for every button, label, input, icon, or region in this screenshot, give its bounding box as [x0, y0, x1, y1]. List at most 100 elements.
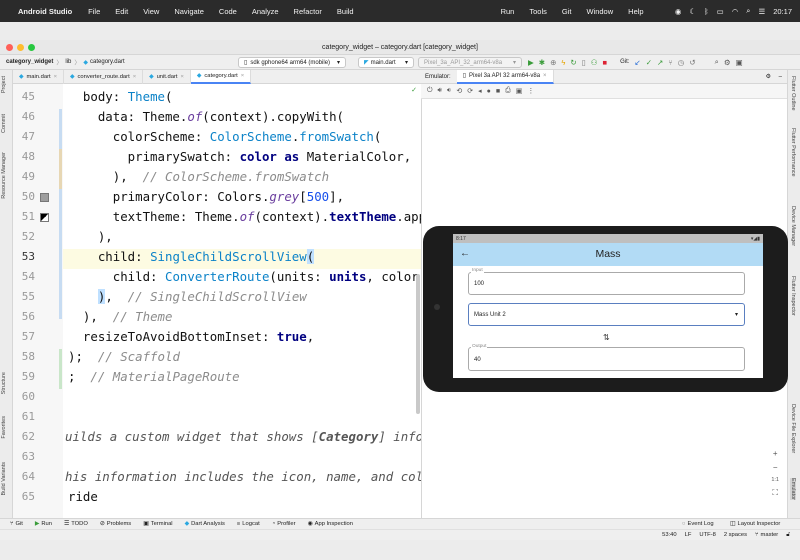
- tool-event-log[interactable]: ◌ Event Log: [682, 521, 714, 527]
- tool-run[interactable]: ▶ Run: [35, 521, 52, 527]
- hot-reload-icon[interactable]: ϟ: [561, 58, 565, 67]
- cursor-position[interactable]: 53:40: [662, 532, 677, 538]
- hot-restart-icon[interactable]: ↻: [570, 58, 576, 67]
- tool-flutter-outline[interactable]: Flutter Outline: [790, 76, 796, 111]
- tool-commit[interactable]: Commit: [1, 114, 7, 133]
- avd-selector[interactable]: Pixel_3a_API_32_arm64-v8a ▾: [418, 57, 522, 68]
- maximize-window-button[interactable]: [28, 43, 35, 51]
- menu-code[interactable]: Code: [219, 7, 237, 16]
- emulator-device-tab[interactable]: ▯ Pixel 3a API 32 arm64-v8a ×: [456, 69, 554, 84]
- menu-run[interactable]: Run: [501, 7, 515, 16]
- color-swatch-icon[interactable]: [40, 193, 49, 202]
- menu-window[interactable]: Window: [586, 7, 613, 16]
- tool-project[interactable]: Project: [1, 76, 7, 93]
- close-icon[interactable]: ×: [181, 74, 184, 80]
- tool-todo[interactable]: ☰ TODO: [64, 521, 88, 527]
- overview-icon[interactable]: ■: [496, 88, 500, 95]
- menu-view[interactable]: View: [143, 7, 159, 16]
- rotate-right-icon[interactable]: ⟳: [467, 87, 473, 95]
- history-icon[interactable]: ◷: [678, 58, 685, 67]
- status-record-icon[interactable]: ◉: [675, 7, 682, 16]
- bluetooth-icon[interactable]: ᛒ: [704, 7, 709, 16]
- menu-refactor[interactable]: Refactor: [294, 7, 322, 16]
- git-branches-icon[interactable]: ⑂: [668, 58, 673, 67]
- tab-converter-route[interactable]: ◆ converter_route.dart ×: [64, 69, 144, 84]
- tool-dart-analysis[interactable]: ◆ Dart Analysis: [185, 521, 225, 527]
- tool-profiler[interactable]: ◔ Profiler: [272, 521, 296, 527]
- tool-flutter-inspector[interactable]: Flutter Inspector: [790, 276, 796, 316]
- indent-setting[interactable]: 2 spaces: [724, 532, 747, 538]
- menu-help[interactable]: Help: [628, 7, 643, 16]
- menu-git[interactable]: Git: [562, 7, 572, 16]
- debug-icon[interactable]: ✱: [539, 58, 545, 67]
- volume-down-icon[interactable]: 🔉︎: [447, 87, 451, 95]
- input-field[interactable]: 100: [468, 272, 745, 295]
- tool-resource-manager[interactable]: Resource Manager: [1, 152, 7, 199]
- git-commit-icon[interactable]: ✓: [646, 58, 652, 67]
- device-file-icon[interactable]: ▯: [582, 58, 586, 67]
- git-branch[interactable]: master: [761, 532, 779, 538]
- menu-file[interactable]: File: [88, 7, 100, 16]
- power-icon[interactable]: ⏻: [427, 87, 433, 95]
- rollback-icon[interactable]: ↺: [689, 58, 695, 67]
- search-everywhere-icon[interactable]: ⌕: [715, 57, 719, 67]
- tool-problems[interactable]: ⊘ Problems: [100, 521, 131, 527]
- zoom-out-icon[interactable]: −: [773, 463, 778, 472]
- tool-build-variants[interactable]: Build Variants: [1, 462, 7, 496]
- tool-favorites[interactable]: Favorites: [1, 416, 7, 439]
- lock-icon[interactable]: 🔓︎: [786, 532, 790, 539]
- app-menu[interactable]: Android Studio: [18, 7, 72, 16]
- close-icon[interactable]: ×: [133, 74, 136, 80]
- menu-analyze[interactable]: Analyze: [252, 7, 279, 16]
- file-encoding[interactable]: UTF-8: [699, 532, 715, 538]
- tab-unit-dart[interactable]: ◆ unit.dart ×: [143, 69, 191, 84]
- battery-icon[interactable]: ▭: [717, 7, 724, 16]
- menu-edit[interactable]: Edit: [115, 7, 128, 16]
- snapshot-icon[interactable]: ▣: [516, 87, 523, 95]
- run-icon[interactable]: ▶: [528, 58, 534, 67]
- minimize-icon[interactable]: –: [779, 74, 782, 80]
- tool-git[interactable]: ⑂ Git: [10, 521, 23, 527]
- tool-app-inspection[interactable]: ◉ App Inspection: [308, 521, 353, 527]
- unit-dropdown[interactable]: Mass Unit 2 ▾: [468, 303, 745, 326]
- tool-emulator[interactable]: Emulator: [790, 478, 796, 501]
- wifi-icon[interactable]: ◠: [732, 7, 739, 16]
- profile-icon[interactable]: ⚇: [591, 58, 598, 67]
- run-config-selector[interactable]: ◤ main.dart ▾: [358, 57, 414, 68]
- line-separator[interactable]: LF: [685, 532, 692, 538]
- screenshot-icon[interactable]: ⎙: [505, 87, 511, 95]
- control-center-icon[interactable]: ☰: [758, 7, 765, 16]
- tool-structure[interactable]: Structure: [1, 372, 7, 394]
- icon-preview-icon[interactable]: [40, 213, 49, 222]
- close-window-button[interactable]: [6, 43, 13, 51]
- close-icon[interactable]: ×: [241, 73, 244, 79]
- fit-screen-icon[interactable]: ⛶: [772, 488, 778, 498]
- more-icon[interactable]: ⋮: [527, 87, 534, 95]
- close-icon[interactable]: ×: [54, 74, 57, 80]
- menu-build[interactable]: Build: [337, 7, 354, 16]
- tool-terminal[interactable]: ▣ Terminal: [143, 521, 172, 527]
- device-selector[interactable]: ▯ sdk gphone64 arm64 (mobile) ▾: [238, 57, 346, 68]
- breadcrumb-file[interactable]: category.dart: [90, 59, 125, 65]
- minimize-window-button[interactable]: [17, 43, 24, 51]
- search-icon[interactable]: ⌕: [746, 6, 750, 16]
- breadcrumb-dir[interactable]: lib: [65, 59, 71, 65]
- settings-icon[interactable]: ⚙: [724, 58, 731, 67]
- editor-scrollbar[interactable]: [416, 274, 420, 414]
- tool-device-manager[interactable]: Device Manager: [790, 206, 796, 246]
- output-field[interactable]: 40: [468, 347, 745, 371]
- tool-device-file-explorer[interactable]: Device File Explorer: [790, 404, 796, 453]
- git-update-icon[interactable]: ↙: [634, 58, 640, 67]
- volume-up-icon[interactable]: 🔊︎: [438, 87, 442, 95]
- git-push-icon[interactable]: ↗: [657, 58, 663, 67]
- home-icon[interactable]: ●: [487, 88, 491, 95]
- layout-icon[interactable]: ▣: [736, 58, 743, 67]
- zoom-reset-button[interactable]: 1:1: [771, 477, 779, 483]
- menu-tools[interactable]: Tools: [529, 7, 547, 16]
- tab-main-dart[interactable]: ◆ main.dart ×: [13, 69, 65, 84]
- breadcrumb-project[interactable]: category_widget: [6, 59, 53, 65]
- tool-flutter-performance[interactable]: Flutter Performance: [790, 128, 796, 177]
- stop-icon[interactable]: ■: [603, 58, 608, 67]
- code-editor[interactable]: 45 46 47 48 49 50 51 52 53 54 55 56 57 5…: [13, 84, 421, 518]
- tool-logcat[interactable]: ≡ Logcat: [237, 521, 260, 527]
